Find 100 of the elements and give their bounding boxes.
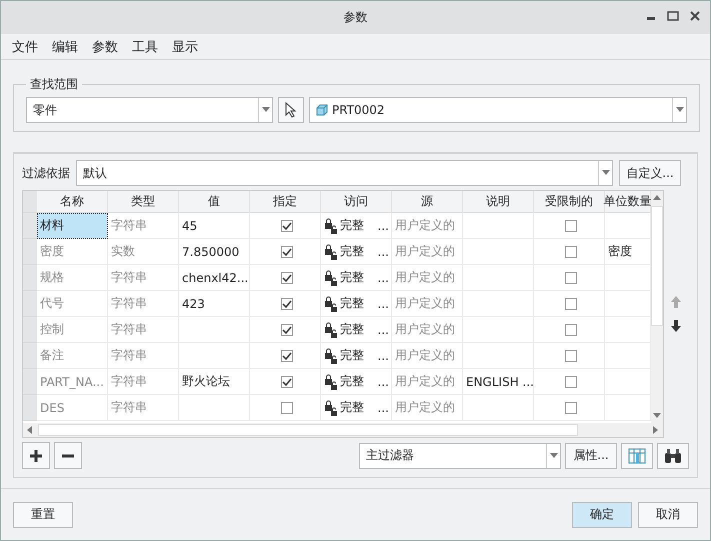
table-cell: 字符串	[108, 395, 179, 421]
cancel-button[interactable]: 取消	[638, 502, 698, 528]
more-button[interactable]: ...	[378, 348, 389, 362]
minus-icon	[61, 454, 75, 458]
horizontal-scrollbar[interactable]	[23, 423, 663, 437]
more-button[interactable]: ...	[378, 296, 389, 310]
lock-icon	[324, 296, 338, 312]
arrow-up-icon[interactable]	[670, 295, 682, 309]
more-button[interactable]: ...	[378, 374, 389, 388]
remove-button[interactable]	[54, 442, 82, 469]
caret-icon	[602, 169, 610, 177]
lock-icon	[324, 374, 338, 390]
columns-button[interactable]	[621, 442, 653, 468]
table-cell: 字符串	[108, 213, 179, 239]
plus-icon	[29, 448, 43, 462]
cursor-icon	[285, 102, 297, 118]
close-icon[interactable]	[688, 9, 702, 23]
access-text: 完整	[340, 347, 364, 364]
table-cell: 用户定义的	[392, 369, 463, 395]
vertical-scrollbar[interactable]	[651, 191, 663, 423]
name-cell[interactable]: 材料	[37, 213, 108, 239]
table-cell: 45	[179, 213, 250, 239]
checkbox[interactable]	[280, 220, 292, 232]
checkbox[interactable]	[564, 324, 576, 336]
menu-item[interactable]: 参数	[85, 38, 125, 56]
columns-icon	[628, 448, 646, 464]
table-cell: 字符串	[108, 343, 179, 369]
name-cell[interactable]: 控制	[37, 317, 108, 343]
checkbox[interactable]	[564, 350, 576, 362]
checkbox[interactable]	[280, 376, 292, 388]
binoculars-icon	[664, 448, 682, 464]
lock-icon	[324, 270, 338, 286]
arrow-down-icon[interactable]	[670, 319, 682, 333]
maximize-icon[interactable]	[666, 9, 680, 23]
checkbox[interactable]	[280, 350, 292, 362]
more-button[interactable]: ...	[378, 244, 389, 258]
column-header[interactable]: 访问	[321, 191, 392, 213]
caret-icon	[550, 452, 558, 460]
name-cell[interactable]: 规格	[37, 265, 108, 291]
properties-button[interactable]: 属性...	[565, 442, 617, 468]
table-cell: chenxl42...	[179, 265, 250, 291]
more-button[interactable]: ...	[378, 400, 389, 414]
table-cell: 用户定义的	[392, 291, 463, 317]
name-cell[interactable]: PART_NA...	[37, 369, 108, 395]
ok-button[interactable]: 确定	[572, 502, 632, 528]
search-button[interactable]	[657, 442, 689, 468]
table-cell: 实数	[108, 239, 179, 265]
checkbox[interactable]	[564, 272, 576, 284]
access-text: 完整	[340, 373, 364, 390]
select-button[interactable]	[278, 97, 304, 123]
column-header[interactable]: 单位数量	[605, 191, 651, 213]
checkbox[interactable]	[564, 220, 576, 232]
column-header[interactable]: 值	[179, 191, 250, 213]
scroll-right-icon	[652, 426, 660, 434]
table-cell: 用户定义的	[392, 317, 463, 343]
name-cell[interactable]: 密度	[37, 239, 108, 265]
name-cell[interactable]: 代号	[37, 291, 108, 317]
filter-dropdown[interactable]: 默认	[76, 160, 613, 186]
column-header[interactable]: 源	[392, 191, 463, 213]
access-text: 完整	[340, 243, 364, 260]
more-button[interactable]: ...	[378, 218, 389, 232]
column-header[interactable]: 说明	[463, 191, 534, 213]
menu-item[interactable]: 文件	[5, 38, 45, 56]
checkbox[interactable]	[280, 246, 292, 258]
name-cell[interactable]: DES	[37, 395, 108, 421]
main-filter-dropdown[interactable]: 主过滤器	[359, 442, 561, 468]
reset-button[interactable]: 重置	[13, 502, 73, 528]
object-name: PRT0002	[332, 103, 385, 117]
checkbox[interactable]	[564, 246, 576, 258]
column-header[interactable]: 名称	[37, 191, 108, 213]
table-cell: 用户定义的	[392, 343, 463, 369]
column-header[interactable]: 类型	[108, 191, 179, 213]
column-header[interactable]: 指定	[250, 191, 321, 213]
menu-item[interactable]: 工具	[125, 38, 165, 56]
checkbox[interactable]	[280, 402, 292, 414]
table-cell: 423	[179, 291, 250, 317]
lock-icon	[324, 322, 338, 338]
checkbox[interactable]	[280, 324, 292, 336]
menu-item[interactable]: 显示	[165, 38, 205, 56]
checkbox[interactable]	[564, 402, 576, 414]
menu-item[interactable]: 编辑	[45, 38, 85, 56]
more-button[interactable]: ...	[378, 322, 389, 336]
lock-icon	[324, 244, 338, 260]
access-text: 完整	[340, 399, 364, 416]
filter-label: 过滤依据	[22, 164, 70, 182]
type-dropdown[interactable]: 零件	[26, 97, 273, 123]
add-button[interactable]	[22, 442, 50, 469]
lock-icon	[324, 348, 338, 364]
customize-button[interactable]: 自定义...	[619, 160, 681, 186]
checkbox[interactable]	[280, 298, 292, 310]
more-button[interactable]: ...	[378, 270, 389, 284]
group-label: 查找范围	[29, 76, 79, 93]
caret-icon	[676, 106, 684, 114]
name-cell[interactable]: 备注	[37, 343, 108, 369]
column-header[interactable]: 受限制的	[534, 191, 605, 213]
checkbox[interactable]	[280, 272, 292, 284]
checkbox[interactable]	[564, 298, 576, 310]
checkbox[interactable]	[564, 376, 576, 388]
object-dropdown[interactable]: PRT0002	[309, 97, 687, 123]
table-cell: 字符串	[108, 291, 179, 317]
